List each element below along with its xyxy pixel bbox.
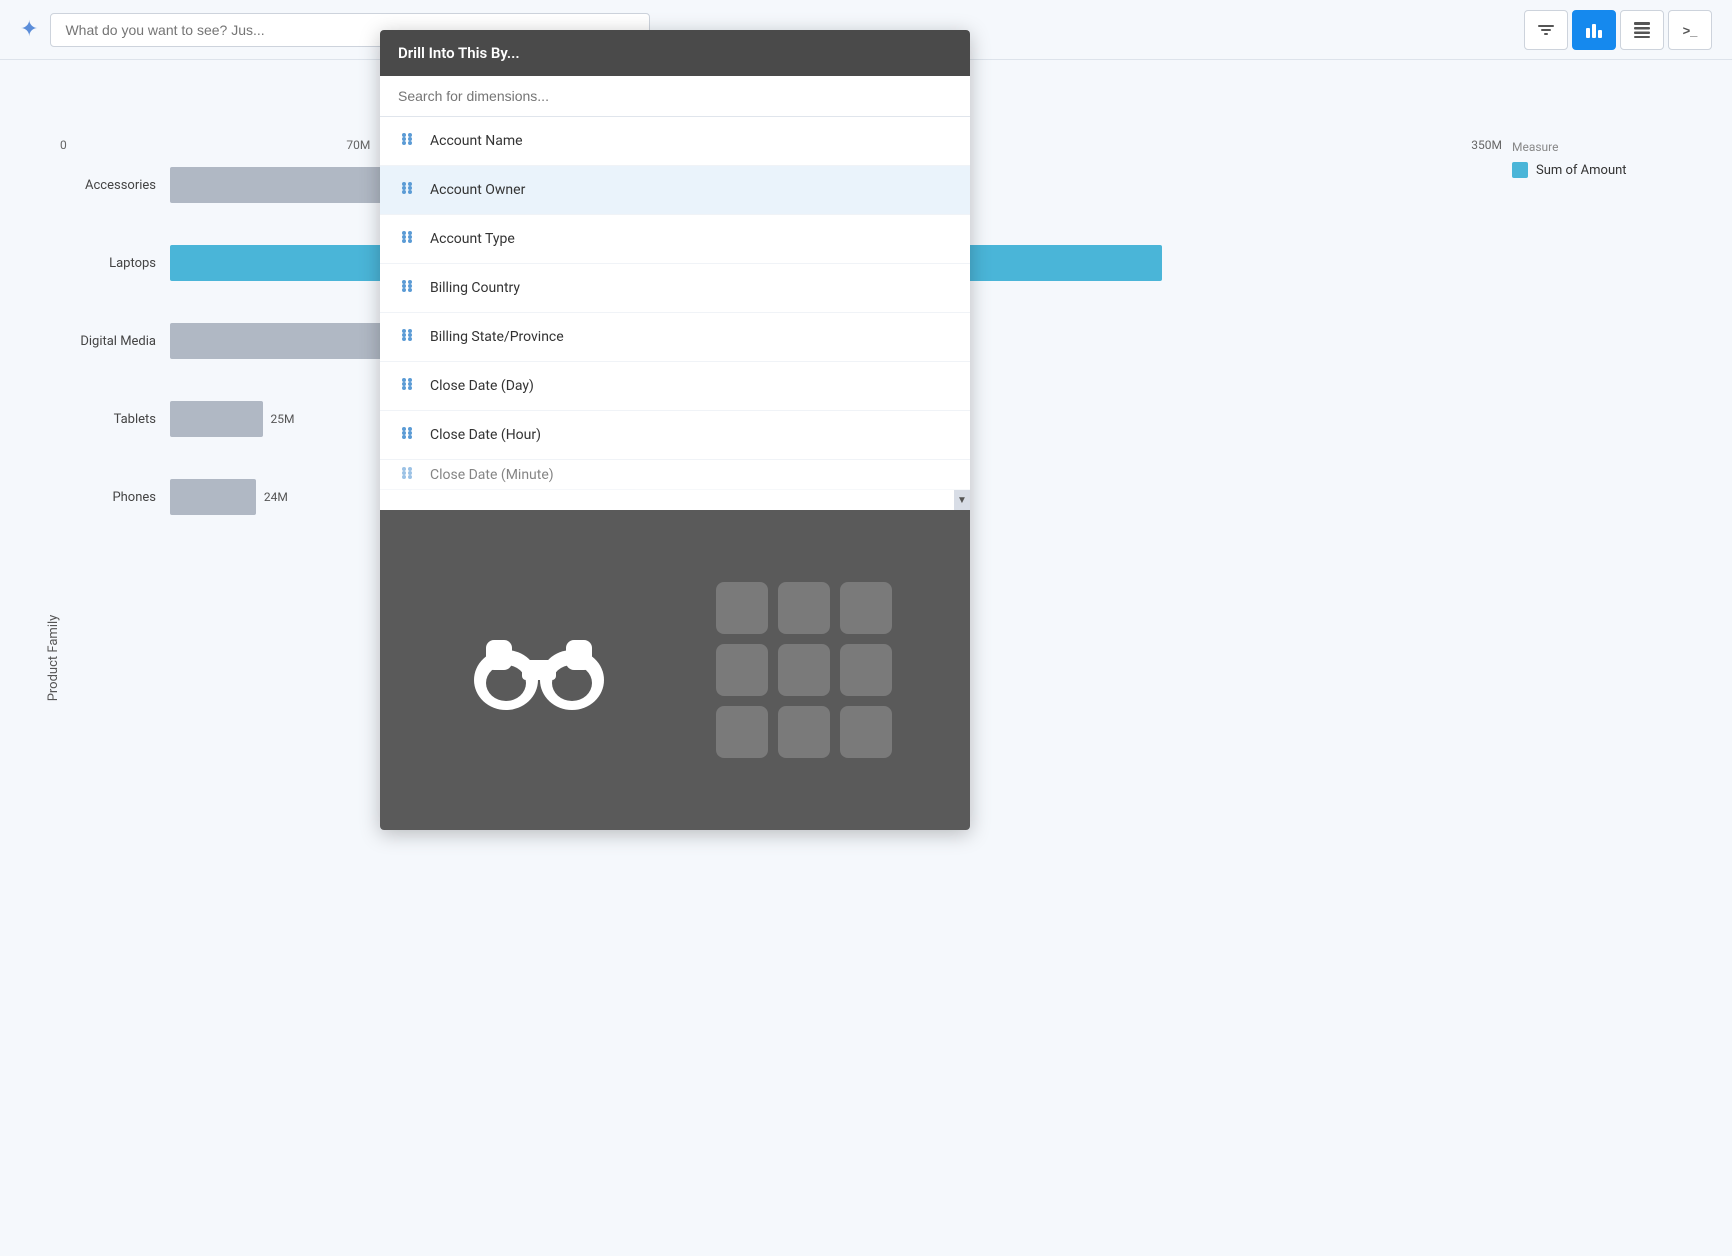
drill-item-account-name[interactable]: Account Name [380,117,970,166]
ai-icon: ✦ [20,17,38,42]
grid-cell-1 [716,582,768,634]
grid-cell-6 [840,644,892,696]
drag-icon-account-owner [398,179,416,201]
measure-item: Sum of Amount [1512,162,1712,178]
drill-bottom-panel [380,510,970,830]
drill-label-billing-country: Billing Country [430,280,520,296]
drill-item-account-type[interactable]: Account Type [380,215,970,264]
drill-label-close-date-minute: Close Date (Minute) [430,467,554,483]
x-label-350m: 350M [1471,138,1502,152]
grid-cell-9 [840,706,892,758]
scroll-down-arrow[interactable]: ▼ [954,490,970,510]
drill-label-close-date-hour: Close Date (Hour) [430,427,541,443]
drag-icon-close-date-day [398,375,416,397]
drill-item-close-date-day[interactable]: Close Date (Day) [380,362,970,411]
measure-title: Measure [1512,140,1712,154]
grid-cell-2 [778,582,830,634]
drill-label-close-date-day: Close Date (Day) [430,378,534,394]
drill-label-account-owner: Account Owner [430,182,525,198]
bar-label-phones: Phones [60,490,170,505]
bar-tablets [170,401,263,437]
x-label-70m: 70M [346,138,370,152]
drill-item-billing-country[interactable]: Billing Country [380,264,970,313]
grid-cell-7 [716,706,768,758]
drag-icon-close-date-minute [398,464,416,486]
drag-icon-billing-state [398,326,416,348]
measure-color-swatch [1512,162,1528,178]
drill-label-account-name: Account Name [430,133,523,149]
drag-icon-account-type [398,228,416,250]
grid-cell-5 [778,644,830,696]
filter-button[interactable] [1524,10,1568,50]
drill-item-billing-state[interactable]: Billing State/Province [380,313,970,362]
drill-overlay: Drill Into This By... Account Name [380,30,970,830]
drill-item-account-owner[interactable]: Account Owner [380,166,970,215]
table-view-button[interactable] [1620,10,1664,50]
bar-phones [170,479,256,515]
apps-grid-icon [716,582,892,758]
bar-label-digital-media: Digital Media [60,334,170,349]
grid-cell-8 [778,706,830,758]
x-label-0: 0 [60,138,67,152]
drill-label-billing-state: Billing State/Province [430,329,564,345]
drill-search-input[interactable] [380,76,970,117]
drag-icon-billing-country [398,277,416,299]
drill-item-close-date-hour[interactable]: Close Date (Hour) [380,411,970,460]
toolbar-buttons: >_ [1524,10,1712,50]
drag-icon-account-name [398,130,416,152]
chart-view-button[interactable] [1572,10,1616,50]
grid-cell-4 [716,644,768,696]
bar-label-tablets: Tablets [60,412,170,427]
bar-label-accessories: Accessories [60,178,170,193]
binoculars-icon [459,590,619,750]
drill-header-wrapper: Drill Into This By... [380,30,970,76]
drill-title: Drill Into This By... [398,44,520,62]
drill-label-account-type: Account Type [430,231,515,247]
drag-icon-close-date-hour [398,424,416,446]
drill-header: Drill Into This By... [380,30,970,76]
grid-cell-3 [840,582,892,634]
drill-list: Account Name Account Owner [380,117,970,510]
measure-panel: Measure Sum of Amount [1512,140,1712,178]
drill-search-wrapper [380,76,970,117]
bar-label-laptops: Laptops [60,256,170,271]
drill-item-close-date-minute[interactable]: Close Date (Minute) [380,460,970,490]
measure-label: Sum of Amount [1536,163,1627,178]
y-axis-label: Product Family [46,615,61,702]
code-view-button[interactable]: >_ [1668,10,1712,50]
